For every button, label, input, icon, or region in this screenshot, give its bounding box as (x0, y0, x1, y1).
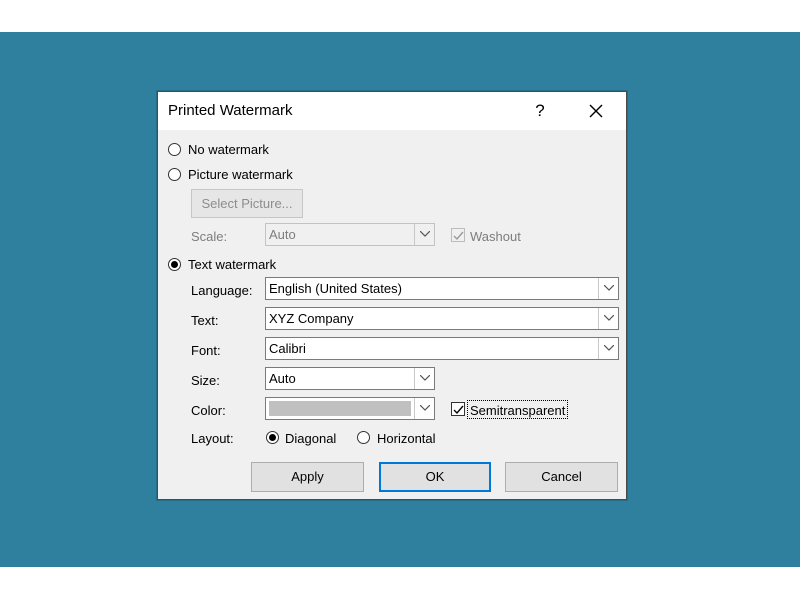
chevron-down-icon (604, 285, 614, 291)
font-dropdown[interactable]: Calibri (265, 337, 619, 360)
language-dropdown-arrow[interactable] (598, 278, 618, 299)
layout-label: Layout: (191, 431, 234, 446)
horizontal-label[interactable]: Horizontal (377, 431, 436, 446)
washout-checkbox[interactable] (451, 228, 465, 242)
size-dropdown[interactable]: Auto (265, 367, 435, 390)
picture-watermark-radio[interactable] (168, 168, 181, 181)
select-picture-button[interactable]: Select Picture... (191, 189, 303, 218)
language-dropdown[interactable]: English (United States) (265, 277, 619, 300)
chevron-down-icon (604, 345, 614, 351)
color-dropdown[interactable] (265, 397, 435, 420)
no-watermark-radio[interactable] (168, 143, 181, 156)
chevron-down-icon (604, 315, 614, 321)
color-dropdown-arrow[interactable] (414, 398, 434, 419)
help-button[interactable]: ? (525, 98, 555, 124)
text-watermark-label[interactable]: Text watermark (188, 257, 276, 272)
checkmark-icon (453, 405, 464, 415)
horizontal-radio[interactable] (357, 431, 370, 444)
help-icon: ? (535, 101, 545, 120)
chevron-down-icon (420, 405, 430, 411)
font-dropdown-arrow[interactable] (598, 338, 618, 359)
no-watermark-label[interactable]: No watermark (188, 142, 269, 157)
color-label: Color: (191, 403, 226, 418)
close-icon (589, 104, 603, 118)
scale-value: Auto (269, 227, 296, 242)
chevron-down-icon (420, 375, 430, 381)
apply-button[interactable]: Apply (251, 462, 364, 492)
size-dropdown-arrow[interactable] (414, 368, 434, 389)
text-value: XYZ Company (269, 311, 354, 326)
title-bar: Printed Watermark ? (158, 92, 626, 130)
semitransparent-checkbox[interactable] (451, 402, 465, 416)
diagonal-label[interactable]: Diagonal (285, 431, 336, 446)
language-label: Language: (191, 283, 253, 298)
size-value: Auto (269, 371, 296, 386)
diagonal-radio[interactable] (266, 431, 279, 444)
scale-label: Scale: (191, 229, 228, 244)
scale-dropdown[interactable]: Auto (265, 223, 435, 246)
chevron-down-icon (420, 231, 430, 237)
scale-dropdown-arrow[interactable] (414, 224, 434, 245)
semitransparent-label[interactable]: Semitransparent (470, 403, 565, 418)
picture-watermark-label[interactable]: Picture watermark (188, 167, 293, 182)
text-dropdown-arrow[interactable] (598, 308, 618, 329)
checkmark-icon (453, 231, 464, 241)
text-label: Text: (191, 313, 219, 328)
language-value: English (United States) (269, 281, 402, 296)
printed-watermark-dialog: Printed Watermark ? No watermark Picture… (157, 91, 627, 500)
size-label: Size: (191, 373, 220, 388)
font-label: Font: (191, 343, 221, 358)
text-watermark-radio[interactable] (168, 258, 181, 271)
color-swatch (269, 401, 411, 416)
washout-label[interactable]: Washout (470, 229, 521, 244)
text-dropdown[interactable]: XYZ Company (265, 307, 619, 330)
font-value: Calibri (269, 341, 306, 356)
cancel-button[interactable]: Cancel (505, 462, 618, 492)
ok-button[interactable]: OK (379, 462, 491, 492)
close-button[interactable] (581, 97, 611, 125)
dialog-title: Printed Watermark (168, 102, 293, 119)
